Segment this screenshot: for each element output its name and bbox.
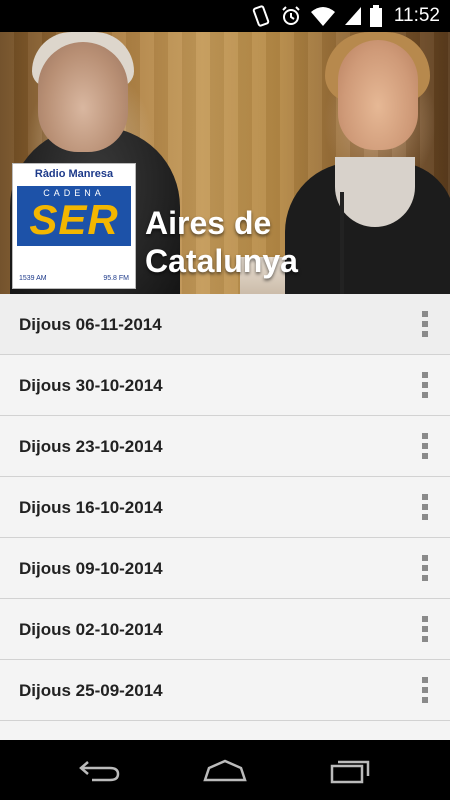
episode-label: Dijous 25-09-2014 xyxy=(19,681,163,700)
signal-icon xyxy=(344,5,362,27)
station-logo: Ràdio Manresa CADENA SER 1539 AM 95.8 FM xyxy=(12,163,136,289)
episode-label: Dijous 06-11-2014 xyxy=(19,315,162,334)
show-header: Ràdio Manresa CADENA SER 1539 AM 95.8 FM… xyxy=(0,32,450,294)
home-icon[interactable] xyxy=(195,754,255,786)
alarm-icon xyxy=(280,5,302,27)
status-time: 11:52 xyxy=(393,5,440,26)
episode-item[interactable]: Dijous 16-10-2014 xyxy=(0,477,450,538)
photo-person-right-face xyxy=(338,40,418,150)
vibrate-icon xyxy=(250,5,272,27)
overflow-menu-icon[interactable] xyxy=(412,308,438,340)
battery-icon xyxy=(369,5,382,27)
episode-label: Dijous 30-10-2014 xyxy=(19,376,163,395)
show-title: Aires de Catalunya xyxy=(145,205,298,279)
overflow-menu-icon[interactable] xyxy=(412,369,438,401)
overflow-menu-icon[interactable] xyxy=(412,491,438,523)
episode-item-partial[interactable] xyxy=(0,721,450,740)
navigation-bar xyxy=(0,740,450,800)
back-icon[interactable] xyxy=(70,754,130,786)
episode-item[interactable]: Dijous 09-10-2014 xyxy=(0,538,450,599)
episode-label: Dijous 16-10-2014 xyxy=(19,498,163,517)
photo-person-left-face xyxy=(38,42,128,152)
episode-item[interactable]: Dijous 02-10-2014 xyxy=(0,599,450,660)
episode-list: Dijous 06-11-2014 Dijous 30-10-2014 Dijo… xyxy=(0,294,450,740)
overflow-menu-icon[interactable] xyxy=(412,674,438,706)
overflow-menu-icon[interactable] xyxy=(412,552,438,584)
episode-label: Dijous 09-10-2014 xyxy=(19,559,163,578)
logo-fm-text: 95.8 FM xyxy=(103,275,129,282)
overflow-menu-icon[interactable] xyxy=(412,613,438,645)
episode-item[interactable]: Dijous 23-10-2014 xyxy=(0,416,450,477)
recent-apps-icon[interactable] xyxy=(320,754,380,786)
logo-radio-text: Ràdio Manresa xyxy=(34,168,114,180)
overflow-menu-icon[interactable] xyxy=(412,430,438,462)
episode-item[interactable]: Dijous 06-11-2014 xyxy=(0,294,450,355)
episode-label: Dijous 23-10-2014 xyxy=(19,437,163,456)
status-bar: 11:52 xyxy=(0,0,450,32)
logo-am-text: 1539 AM xyxy=(19,275,47,282)
episode-label: Dijous 02-10-2014 xyxy=(19,620,163,639)
status-icons: 11:52 xyxy=(250,0,440,32)
episode-item[interactable]: Dijous 25-09-2014 xyxy=(0,660,450,721)
episode-item[interactable]: Dijous 30-10-2014 xyxy=(0,355,450,416)
logo-band: CADENA SER xyxy=(17,186,131,246)
wifi-icon xyxy=(310,5,336,27)
logo-ser-text: SER xyxy=(29,196,119,243)
